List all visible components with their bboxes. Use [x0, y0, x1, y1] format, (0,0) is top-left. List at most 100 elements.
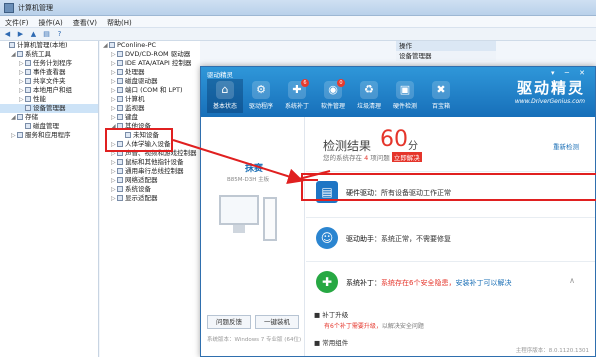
- pc-board: B85M-D3H 主板: [227, 177, 270, 183]
- row-system-patch[interactable]: ✚ 系统补丁：系统存在6个安全隐患，安装补丁可以解决 ∧: [306, 261, 595, 305]
- nav-tree-item[interactable]: ▷ 事件查看器: [0, 68, 98, 77]
- shared-folder-icon: [25, 78, 31, 84]
- nav-tab-label: 系统补丁: [284, 103, 309, 110]
- nav-tab-5[interactable]: ▣ 硬件检测: [387, 79, 423, 113]
- nav-tree-item[interactable]: 设备管理器: [0, 104, 98, 113]
- device-tree-item[interactable]: ▷ 网络适配器: [100, 176, 200, 185]
- nav-tab-3[interactable]: ◉ 软件管理 0: [315, 79, 351, 113]
- device-tree-item[interactable]: ▷ DVD/CD-ROM 驱动器: [100, 50, 200, 59]
- window-title: 驱动精灵: [207, 71, 233, 79]
- driver-assistant-label: 驱动助手：: [346, 235, 381, 243]
- ide-icon: [117, 60, 123, 66]
- device-tree-item[interactable]: ◢ PConline-PC: [100, 41, 200, 50]
- device-tree-item[interactable]: ▷ 监视器: [100, 104, 200, 113]
- forward-icon[interactable]: ▶: [16, 30, 25, 39]
- device-tree-item[interactable]: ▷ 键盘: [100, 113, 200, 122]
- patch-upgrade-header[interactable]: ■ 补丁升级: [314, 309, 348, 319]
- nav-tab-4[interactable]: ♻ 垃圾清理: [351, 79, 387, 113]
- score-value: 60: [380, 127, 408, 152]
- trash-icon: ♻: [360, 81, 378, 99]
- nav-tree-item[interactable]: ▷ 本地用户和组: [0, 86, 98, 95]
- nav-tab-label: 基本状态: [212, 103, 237, 110]
- device-tree-item[interactable]: ▷ 显示适配器: [100, 194, 200, 203]
- device-tree-item[interactable]: ▷ 系统设备: [100, 185, 200, 194]
- device-tree-item[interactable]: ▷ 计算机: [100, 95, 200, 104]
- nav-tab-0[interactable]: ⌂ 基本状态: [207, 79, 243, 113]
- nav-tab-label: 硬件检测: [392, 103, 417, 110]
- performance-icon: [25, 96, 31, 102]
- computer-management-icon: [9, 42, 15, 48]
- logo-text: 驱动精灵: [516, 79, 585, 97]
- nav-tab-label: 软件管理: [320, 103, 345, 110]
- chevron-up-icon[interactable]: ∧: [569, 276, 575, 285]
- one-click-install-button[interactable]: 一键装机: [255, 315, 299, 329]
- device-tree-label: 处理器: [125, 68, 145, 76]
- nav-tree-item[interactable]: 计算机管理(本地): [0, 41, 98, 50]
- device-tree-label: PConline-PC: [117, 41, 157, 49]
- nav-tree-label: 服务和应用程序: [25, 131, 71, 139]
- device-tree-item[interactable]: ▷ 处理器: [100, 68, 200, 77]
- nav-tree-item[interactable]: ◢ 存储: [0, 113, 98, 122]
- row-driver-assistant[interactable]: ☺ 驱动助手：系统正常，不需要修复: [306, 217, 595, 261]
- logo: 驱动精灵 www.DriverGenius.com: [515, 77, 585, 105]
- device-tree-item[interactable]: ▷ 端口 (COM 和 LPT): [100, 86, 200, 95]
- feedback-button[interactable]: 问题反馈: [207, 315, 251, 329]
- window-buttons[interactable]: ▾ ─ ✕: [551, 69, 589, 77]
- nav-tree-label: 设备管理器: [33, 104, 66, 112]
- device-tree-label: 鼠标和其他指针设备: [125, 158, 184, 166]
- home-icon: ⌂: [216, 81, 234, 99]
- device-tree-label: 通用串行总线控制器: [125, 167, 184, 175]
- users-icon: [25, 87, 31, 93]
- port-icon: [117, 87, 123, 93]
- device-tree-label: 网络适配器: [125, 176, 158, 184]
- rescan-link[interactable]: 重新检测: [553, 141, 579, 151]
- device-tree-item[interactable]: ▷ 磁盘驱动器: [100, 77, 200, 86]
- patch-upgrade-description: 有6个补丁需要升级，以解决安全问题: [324, 323, 424, 330]
- nav-tree-item[interactable]: ◢ 系统工具: [0, 50, 98, 59]
- device-tree-label: 显示适配器: [125, 194, 158, 202]
- properties-icon[interactable]: ▤: [42, 30, 51, 39]
- actions-item-device-manager[interactable]: 设备管理器: [396, 51, 496, 61]
- monitor-icon: [117, 105, 123, 111]
- shield-plus-icon: ✚: [316, 271, 338, 293]
- nav-tree-item[interactable]: ▷ 性能: [0, 95, 98, 104]
- system-device-icon: [117, 186, 123, 192]
- common-components-header[interactable]: ■ 常用组件: [314, 337, 348, 347]
- device-tree-label: 磁盘驱动器: [125, 77, 158, 85]
- hardware-icon: ▣: [396, 81, 414, 99]
- device-tree-label: 计算机: [125, 95, 145, 103]
- nav-tree-label: 共享文件夹: [33, 77, 66, 85]
- device-tree-label: IDE ATA/ATAPI 控制器: [125, 59, 192, 67]
- highlight-box-other-devices: [105, 128, 173, 152]
- device-tree-label: 键盘: [125, 113, 138, 121]
- nav-tree-item[interactable]: ▷ 共享文件夹: [0, 77, 98, 86]
- keyboard-icon: [117, 114, 123, 120]
- help-icon[interactable]: ?: [55, 30, 64, 39]
- up-icon[interactable]: ▲: [29, 30, 38, 39]
- nav-tree-item[interactable]: ▷ 服务和应用程序: [0, 131, 98, 140]
- nav-tree-label: 磁盘管理: [33, 122, 59, 130]
- fix-now-button[interactable]: 立即解决: [391, 152, 422, 162]
- nav-tree-label: 存储: [25, 113, 38, 121]
- toolbar: ◀ ▶ ▲ ▤?: [0, 28, 596, 41]
- services-icon: [17, 132, 23, 138]
- nav-tab-6[interactable]: ✖ 百宝箱: [423, 79, 459, 113]
- device-tree-item[interactable]: ▷ 鼠标和其他指针设备: [100, 158, 200, 167]
- pc-name: 抹赛: [245, 164, 264, 174]
- nav-tree-label: 本地用户和组: [33, 86, 72, 94]
- computer-icon: [109, 42, 115, 48]
- nav-tab-1[interactable]: ⚙ 驱动程序: [243, 79, 279, 113]
- window-title: 计算机管理: [18, 4, 53, 12]
- nav-tree-item[interactable]: ▷ 任务计划程序: [0, 59, 98, 68]
- device-tree-item[interactable]: ▷ IDE ATA/ATAPI 控制器: [100, 59, 200, 68]
- nav-tree-label: 事件查看器: [33, 68, 66, 76]
- cpu-icon: [117, 69, 123, 75]
- install-patch-link[interactable]: 安装补丁可以解决: [455, 279, 511, 287]
- device-tree-item[interactable]: ▷ 通用串行总线控制器: [100, 167, 200, 176]
- menu-bar: 文件(F) 操作(A) 查看(V) 帮助(H): [0, 16, 596, 28]
- back-icon[interactable]: ◀: [3, 30, 12, 39]
- driver-assistant-status: 系统正常，不需要修复: [381, 235, 451, 243]
- nav-tab-2[interactable]: ✚ 系统补丁 6: [279, 79, 315, 113]
- display-icon: [117, 195, 123, 201]
- nav-tree-item[interactable]: 磁盘管理: [0, 122, 98, 131]
